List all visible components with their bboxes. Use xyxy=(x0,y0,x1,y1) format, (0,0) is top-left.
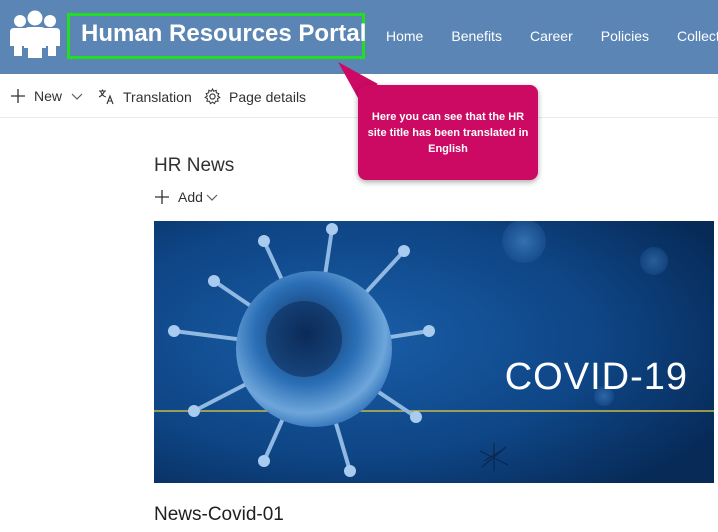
translation-button[interactable]: Translation xyxy=(98,88,192,105)
nav-item-career[interactable]: Career xyxy=(530,28,573,44)
chevron-down-icon xyxy=(71,93,83,100)
section-title: HR News xyxy=(154,155,235,176)
nav-item-policies[interactable]: Policies xyxy=(601,28,649,44)
chevron-down-icon xyxy=(206,194,218,201)
annotation-callout: Here you can see that the HR site title … xyxy=(358,85,538,180)
plus-icon xyxy=(11,89,25,103)
add-label: Add xyxy=(178,189,203,205)
site-title[interactable]: Human Resources Portal xyxy=(81,20,366,48)
page-details-button[interactable]: Page details xyxy=(204,88,306,105)
virus-illustration xyxy=(154,221,714,483)
gear-icon xyxy=(204,88,221,105)
new-label: New xyxy=(34,88,63,104)
new-button[interactable]: New xyxy=(10,88,92,104)
nav-item-home[interactable]: Home xyxy=(386,28,423,44)
nav-item-benefits[interactable]: Benefits xyxy=(451,28,502,44)
people-group-icon[interactable] xyxy=(8,8,62,58)
nav-item-collective[interactable]: Collective xyxy=(677,28,718,44)
top-navigation: Home Benefits Career Policies Collective xyxy=(372,28,718,48)
news-title[interactable]: News-Covid-01 xyxy=(154,504,284,526)
translation-label: Translation xyxy=(123,88,192,105)
news-thumbnail[interactable]: COVID-19 xyxy=(154,221,714,483)
add-news-button[interactable]: Add xyxy=(154,189,227,205)
page-details-label: Page details xyxy=(229,88,307,105)
translation-icon xyxy=(98,89,114,105)
plus-icon xyxy=(155,190,169,204)
callout-text: Here you can see that the HR site title … xyxy=(367,111,529,155)
covid-title-text: COVID-19 xyxy=(504,356,688,398)
